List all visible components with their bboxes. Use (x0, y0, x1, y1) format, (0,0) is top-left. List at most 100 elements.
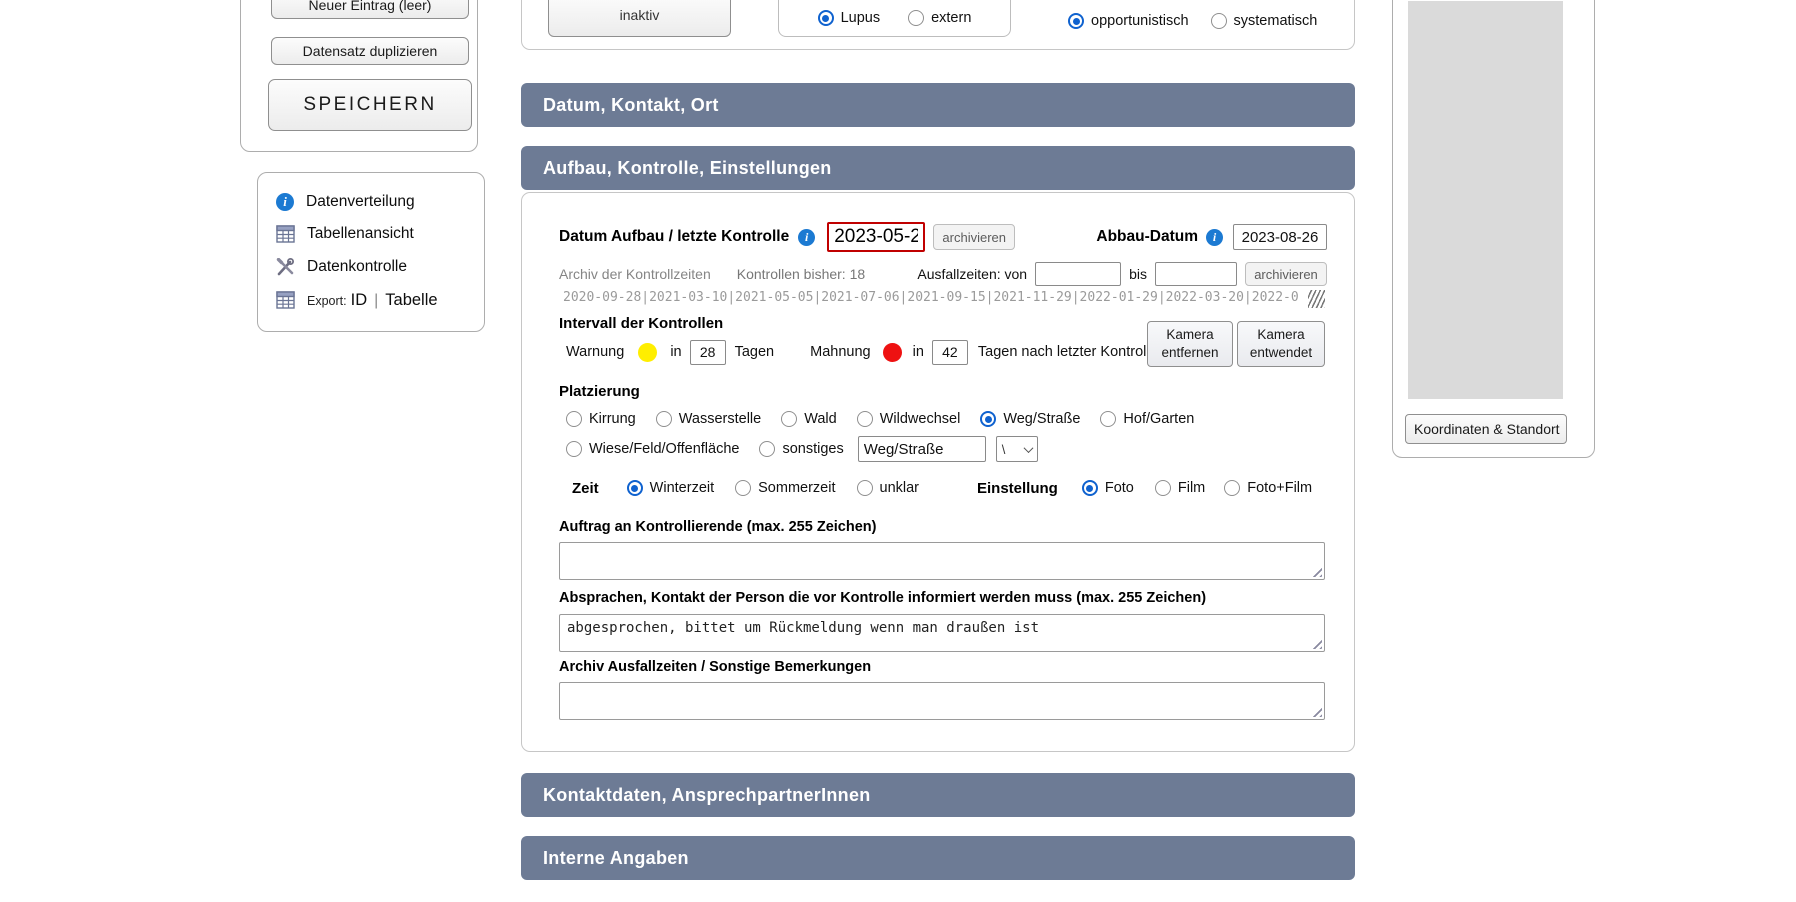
radio-unklar-control[interactable] (857, 480, 873, 496)
info-icon[interactable]: i (1206, 229, 1223, 246)
platzierung-title: Platzierung (559, 383, 640, 400)
section-header-aufbau-kontrolle[interactable]: Aufbau, Kontrolle, Einstellungen (521, 146, 1355, 190)
resize-grip-icon[interactable] (1309, 704, 1322, 717)
radio-wald-control[interactable] (781, 411, 797, 427)
radio-label: Foto (1105, 480, 1134, 496)
platzierung-sonstiges-input[interactable] (858, 436, 986, 462)
archiv-kontrollzeiten-link[interactable]: Archiv der Kontrollzeiten (559, 266, 711, 282)
duplicate-record-label: Datensatz duplizieren (303, 43, 438, 59)
radio-systematisch-control[interactable] (1211, 13, 1227, 29)
datum-row: Datum Aufbau / letzte Kontrolle i archiv… (559, 219, 1327, 255)
radio-unklar[interactable]: unklar (857, 480, 920, 496)
koordinaten-standort-label: Koordinaten & Standort (1414, 421, 1560, 437)
info-icon[interactable]: i (798, 229, 815, 246)
app-screen: Neuer Eintrag (leer) Datensatz duplizier… (0, 0, 1796, 902)
radio-opportunistisch[interactable]: opportunistisch (1068, 13, 1189, 29)
radio-foto-control[interactable] (1082, 480, 1098, 496)
export-table-link[interactable]: Tabelle (385, 291, 437, 310)
radio-label: unklar (880, 480, 920, 496)
archivieren-button[interactable]: archivieren (933, 224, 1015, 250)
menu-item-datenkontrolle[interactable]: Datenkontrolle (276, 254, 407, 280)
radio-hof-garten-control[interactable] (1100, 411, 1116, 427)
radio-systematisch-label: systematisch (1234, 13, 1318, 29)
section-header-datum-kontakt-ort[interactable]: Datum, Kontakt, Ort (521, 83, 1355, 127)
resize-grip-icon[interactable] (1309, 636, 1322, 649)
right-panel: Koordinaten & Standort (1392, 0, 1595, 458)
radio-film[interactable]: Film (1155, 480, 1205, 496)
table-icon (276, 291, 295, 309)
radio-wildwechsel-control[interactable] (857, 411, 873, 427)
mahnung-tagen-label: Tagen nach letzter Kontrolle. (978, 344, 1162, 360)
radio-weg-strasse-control[interactable] (980, 411, 996, 427)
inaktiv-button[interactable]: inaktiv (548, 0, 731, 37)
radio-sonstiges[interactable]: sonstiges (759, 441, 843, 457)
radio-wald[interactable]: Wald (781, 411, 837, 427)
sidebar-menu-box: i Datenverteilung Tabellenansicht Datenk… (257, 172, 485, 332)
radio-lupus-label: Lupus (841, 10, 881, 26)
radio-extern-label: extern (931, 10, 971, 26)
auftrag-textarea[interactable] (559, 542, 1325, 580)
radio-wiese-feld-control[interactable] (566, 441, 582, 457)
radio-kirrung-control[interactable] (566, 411, 582, 427)
menu-item-tabellenansicht[interactable]: Tabellenansicht (276, 221, 414, 247)
ausfall-bis-input[interactable] (1155, 262, 1237, 286)
radio-lupus-control[interactable] (818, 10, 834, 26)
mahnung-days-input[interactable] (932, 340, 968, 365)
abbau-datum-input[interactable] (1233, 224, 1327, 250)
radio-label: Wald (804, 411, 837, 427)
zeit-label: Zeit (572, 480, 599, 497)
radio-weg-strasse[interactable]: Weg/Straße (980, 411, 1080, 427)
absprachen-label: Absprachen, Kontakt der Person die vor K… (559, 590, 1206, 606)
kamera-entwendet-button[interactable]: Kamera entwendet (1237, 321, 1325, 367)
section-header-interne-angaben[interactable]: Interne Angaben (521, 836, 1355, 880)
radio-extern[interactable]: extern (908, 10, 971, 26)
radio-sonstiges-control[interactable] (759, 441, 775, 457)
radio-opportunistisch-control[interactable] (1068, 13, 1084, 29)
radio-label: sonstiges (782, 441, 843, 457)
radio-winterzeit[interactable]: Winterzeit (627, 480, 714, 496)
radio-sommerzeit[interactable]: Sommerzeit (735, 480, 835, 496)
radio-kirrung[interactable]: Kirrung (566, 411, 636, 427)
radio-winterzeit-control[interactable] (627, 480, 643, 496)
datum-aufbau-label: Datum Aufbau / letzte Kontrolle (559, 228, 789, 246)
export-id-link[interactable]: ID (351, 291, 368, 310)
archiv-row: Archiv der Kontrollzeiten Kontrollen bis… (559, 261, 1327, 287)
radio-lupus[interactable]: Lupus (818, 10, 881, 26)
radio-extern-control[interactable] (908, 10, 924, 26)
radio-label: Wiese/Feld/Offenfläche (589, 441, 739, 457)
ausfall-von-input[interactable] (1035, 262, 1121, 286)
save-button[interactable]: SPEICHERN (268, 79, 472, 131)
platzierung-select[interactable]: \ (996, 436, 1038, 462)
kontrollzeiten-dates-text: 2020-09-28|2021-03-10|2021-05-05|2021-07… (563, 290, 1325, 305)
ausfall-archivieren-button[interactable]: archivieren (1245, 262, 1327, 286)
radio-wiese-feld[interactable]: Wiese/Feld/Offenfläche (566, 441, 739, 457)
radio-sommerzeit-control[interactable] (735, 480, 751, 496)
duplicate-record-button[interactable]: Datensatz duplizieren (271, 37, 469, 65)
menu-item-datenverteilung[interactable]: i Datenverteilung (276, 189, 415, 215)
datum-aufbau-input[interactable] (827, 222, 925, 252)
warnung-in-label: in (670, 344, 681, 360)
radio-wasserstelle[interactable]: Wasserstelle (656, 411, 761, 427)
section-header-kontaktdaten[interactable]: Kontaktdaten, AnsprechpartnerInnen (521, 773, 1355, 817)
kamera-entfernen-button[interactable]: Kamera entfernen (1147, 321, 1233, 367)
absprachen-textarea[interactable]: abgesprochen, bittet um Rückmeldung wenn… (559, 614, 1325, 652)
archiv-ausfall-textarea[interactable] (559, 682, 1325, 720)
radio-wildwechsel[interactable]: Wildwechsel (857, 411, 961, 427)
mahnung-dot-icon (883, 343, 902, 362)
section-title: Interne Angaben (543, 848, 689, 869)
koordinaten-standort-button[interactable]: Koordinaten & Standort (1405, 414, 1567, 444)
radio-wasserstelle-control[interactable] (656, 411, 672, 427)
radio-film-control[interactable] (1155, 480, 1171, 496)
radio-systematisch[interactable]: systematisch (1211, 13, 1318, 29)
radio-label: Kirrung (589, 411, 636, 427)
new-entry-button[interactable]: Neuer Eintrag (leer) (271, 0, 469, 19)
quelle-groupbox: Lupus extern (778, 0, 1011, 37)
radio-foto-film[interactable]: Foto+Film (1224, 480, 1312, 496)
resize-grip-icon[interactable] (1309, 564, 1322, 577)
warnung-days-input[interactable] (690, 340, 726, 365)
menu-item-export[interactable]: Export: ID | Tabelle (276, 287, 438, 313)
radio-hof-garten[interactable]: Hof/Garten (1100, 411, 1194, 427)
radio-foto-film-control[interactable] (1224, 480, 1240, 496)
radio-foto[interactable]: Foto (1082, 480, 1134, 496)
abbau-datum-label: Abbau-Datum (1096, 228, 1198, 246)
